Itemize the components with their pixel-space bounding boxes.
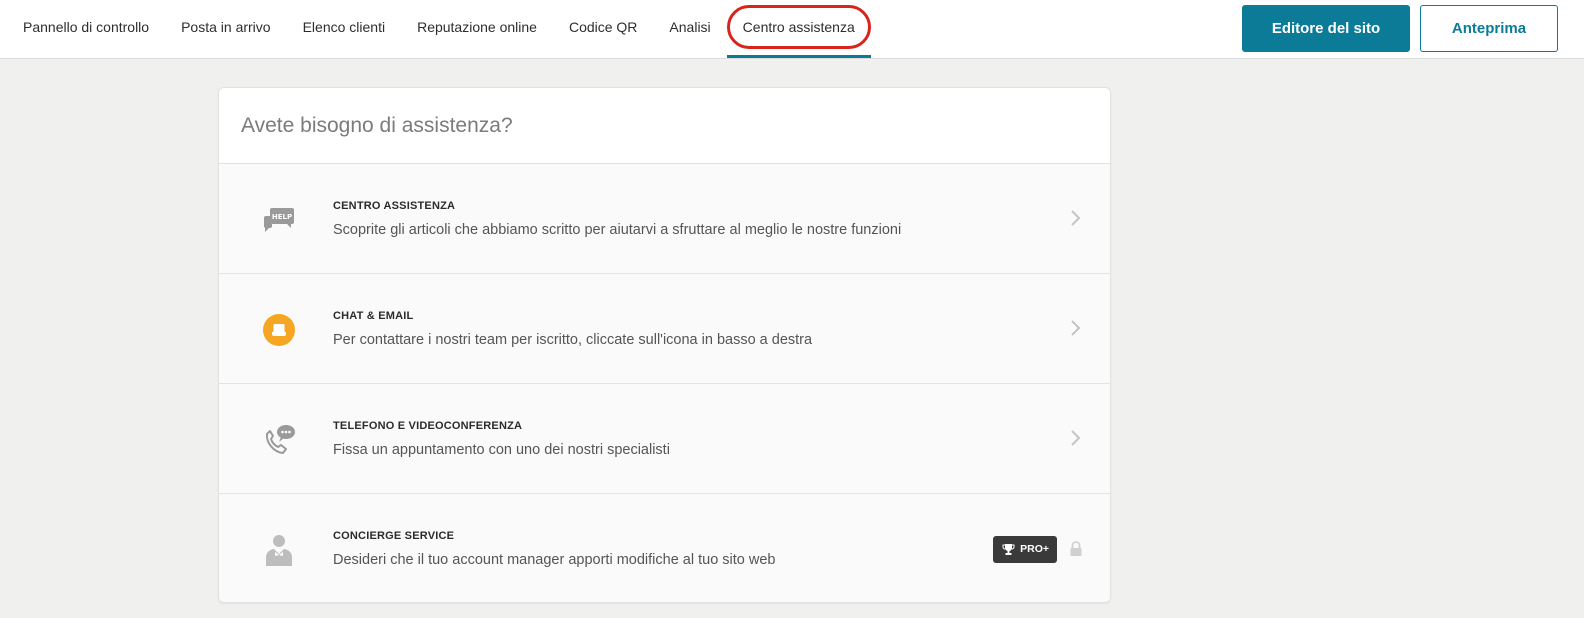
chevron-right-icon [1071,320,1081,336]
nav-tab-label: Posta in arrivo [181,19,271,35]
svg-text:HELP: HELP [272,213,292,221]
badge-label: PRO+ [1020,543,1049,555]
nav-tab-help-center[interactable]: Centro assistenza [726,0,871,58]
chevron-right-icon [1071,210,1081,226]
help-option-title: CHAT & EMAIL [333,310,414,322]
help-chat-icon: HELP [264,208,294,232]
highlight-ring [726,5,871,49]
help-option-phone-video[interactable]: TELEFONO E VIDEOCONFERENZA Fissa un appu… [219,384,1110,494]
chevron-right-icon [1071,430,1081,446]
nav-tab-dashboard[interactable]: Pannello di controllo [0,0,165,58]
lock-icon [1070,541,1082,556]
help-option-description: Scoprite gli articoli che abbiamo scritt… [333,222,902,238]
help-option-help-center[interactable]: HELP CENTRO ASSISTENZA Scoprite gli arti… [219,164,1110,274]
help-option-chat-email[interactable]: CHAT & EMAIL Per contattare i nostri tea… [219,274,1110,384]
main-nav: Pannello di controllo Posta in arrivo El… [0,0,871,58]
nav-tab-inbox[interactable]: Posta in arrivo [165,0,286,58]
chat-inbox-icon [263,314,295,346]
site-editor-button[interactable]: Editore del sito [1242,5,1410,52]
concierge-icon [266,535,292,566]
help-option-description: Fissa un appuntamento con uno dei nostri… [333,442,670,458]
help-option-title: CONCIERGE SERVICE [333,530,455,542]
nav-tab-reputation[interactable]: Reputazione online [401,0,553,58]
card-title: Avete bisogno di assistenza? [219,88,1110,164]
trophy-icon [1002,544,1015,555]
help-option-description: Per contattare i nostri team per iscritt… [333,332,813,348]
nav-tab-clients[interactable]: Elenco clienti [287,0,402,58]
preview-button[interactable]: Anteprima [1420,5,1558,52]
help-option-description: Desideri che il tuo account manager appo… [333,552,776,568]
help-option-concierge[interactable]: CONCIERGE SERVICE Desideri che il tuo ac… [219,494,1110,602]
help-option-title: TELEFONO E VIDEOCONFERENZA [333,420,523,432]
nav-tab-analytics[interactable]: Analisi [653,0,726,58]
nav-tab-label: Analisi [669,19,711,35]
help-card: Avete bisogno di assistenza? HELP CENTRO… [218,87,1111,603]
nav-tab-label: Elenco clienti [302,19,386,35]
help-option-title: CENTRO ASSISTENZA [333,200,456,212]
nav-tab-label: Pannello di controllo [23,19,150,35]
nav-tab-label: Codice QR [568,19,638,35]
nav-tab-label: Reputazione online [417,19,537,35]
phone-chat-icon [265,425,295,454]
pro-plus-badge: PRO+ [993,536,1057,563]
nav-tab-qr-code[interactable]: Codice QR [553,0,653,58]
top-navigation-bar: Pannello di controllo Posta in arrivo El… [0,0,1584,59]
